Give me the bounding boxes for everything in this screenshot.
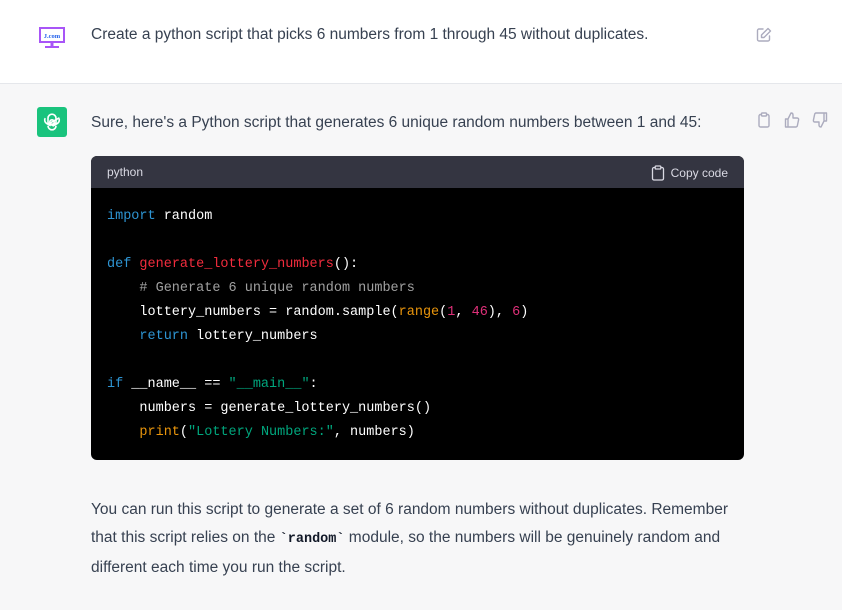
user-avatar: J.com: [38, 27, 66, 49]
code-block: python Copy code import random ​ def gener…: [91, 156, 744, 460]
user-avatar-label: J.com: [44, 33, 61, 40]
code-line: print("Lottery Numbers:", numbers): [139, 425, 415, 440]
code-line: import random: [107, 209, 213, 224]
code-block-header: python Copy code: [91, 156, 744, 188]
monitor-icon: J.com: [39, 27, 65, 48]
code-line: if __name__ == "__main__":: [107, 377, 318, 392]
code-line: def generate_lottery_numbers():: [107, 257, 359, 272]
assistant-avatar: [37, 107, 67, 137]
thumbs-up-icon[interactable]: [783, 111, 801, 129]
code-line: # Generate 6 unique random numbers: [139, 281, 415, 296]
assistant-message-row: Sure, here's a Python script that genera…: [0, 84, 842, 610]
code-language-label: python: [107, 165, 144, 179]
user-message-text: Create a python script that picks 6 numb…: [91, 26, 649, 43]
assistant-intro-text: Sure, here's a Python script that genera…: [91, 114, 702, 131]
code-line: numbers = generate_lottery_numbers(): [139, 401, 432, 416]
copy-code-button[interactable]: Copy code: [651, 164, 728, 182]
edit-icon[interactable]: [755, 26, 773, 44]
code-content: import random ​ def generate_lottery_numbe…: [107, 205, 728, 445]
code-line-blank: ​: [107, 349, 728, 373]
message-actions: [755, 111, 833, 131]
clipboard-icon: [651, 165, 664, 181]
inline-code: `random`: [279, 532, 345, 547]
clipboard-icon[interactable]: [755, 111, 773, 129]
copy-code-label: Copy code: [670, 166, 728, 180]
code-line: lottery_numbers = random.sample(range(1,…: [139, 305, 529, 320]
code-line-blank: ​: [107, 229, 728, 253]
code-line: return lottery_numbers: [139, 329, 318, 344]
assistant-explanation-text: You can run this script to generate a se…: [91, 501, 728, 576]
thumbs-down-icon[interactable]: [811, 111, 829, 129]
openai-logo-icon: [43, 113, 61, 131]
user-message-row: J.com Create a python script that picks …: [0, 0, 842, 84]
